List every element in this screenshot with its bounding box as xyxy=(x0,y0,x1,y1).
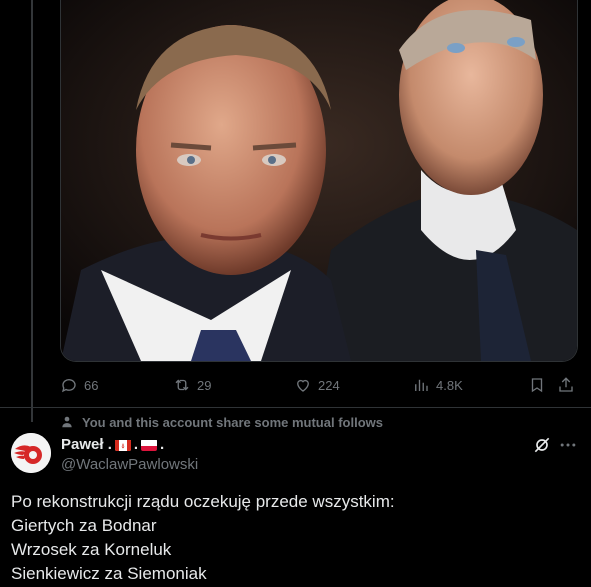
views-count: 4.8K xyxy=(436,377,463,393)
reply-count: 66 xyxy=(84,377,99,393)
avatar[interactable] xyxy=(11,433,51,473)
poland-flag-icon xyxy=(141,439,158,451)
views-icon xyxy=(415,379,428,391)
social-context-text: You and this account share some mutual f… xyxy=(82,414,383,430)
photo-illustration xyxy=(61,0,577,361)
bookmark-button[interactable] xyxy=(528,376,546,394)
post-divider xyxy=(0,407,591,408)
grok-glyph xyxy=(534,437,550,453)
user-handle[interactable]: @WaclawPawlowski xyxy=(61,456,198,473)
repost-count: 29 xyxy=(197,377,212,393)
like-button[interactable]: 224 xyxy=(294,376,340,394)
bookmark-icon xyxy=(531,378,543,393)
reply-icon xyxy=(61,379,76,393)
heart-icon xyxy=(297,379,309,392)
post-media-image[interactable] xyxy=(60,0,578,362)
more-dots xyxy=(560,443,576,447)
share-button[interactable] xyxy=(557,376,575,394)
reply-text-line: Giertych za Bodnar xyxy=(11,516,157,535)
thread-connector-line xyxy=(31,0,33,422)
display-name-end: . xyxy=(160,436,165,453)
reply-text: Po rekonstrukcji rządu oczekuję przede w… xyxy=(11,490,395,586)
winged-wheel-logo-icon xyxy=(11,433,51,473)
reply-button[interactable]: 66 xyxy=(60,376,98,394)
social-context: You and this account share some mutual f… xyxy=(60,414,383,430)
views-button[interactable]: 4.8K xyxy=(412,376,463,394)
repost-icon xyxy=(175,379,189,391)
reply-text-line: Sienkiewicz za Siemoniak xyxy=(11,564,207,583)
display-name-separator: . xyxy=(133,436,139,453)
grok-icon[interactable] xyxy=(532,435,552,455)
person-icon xyxy=(62,416,72,428)
display-name[interactable]: Paweł . xyxy=(61,436,112,453)
reply-text-line: Wrzosek za Korneluk xyxy=(11,540,172,559)
repost-button[interactable]: 29 xyxy=(173,376,211,394)
reply-author-name-row: Paweł . . . xyxy=(61,436,164,453)
share-icon xyxy=(559,377,573,392)
canada-flag-icon xyxy=(114,439,131,451)
reply-text-line: Po rekonstrukcji rządu oczekuję przede w… xyxy=(11,492,395,511)
post-action-bar: 66 29 224 4.8K xyxy=(52,372,582,398)
more-icon[interactable] xyxy=(558,435,578,455)
like-count: 224 xyxy=(318,377,340,393)
